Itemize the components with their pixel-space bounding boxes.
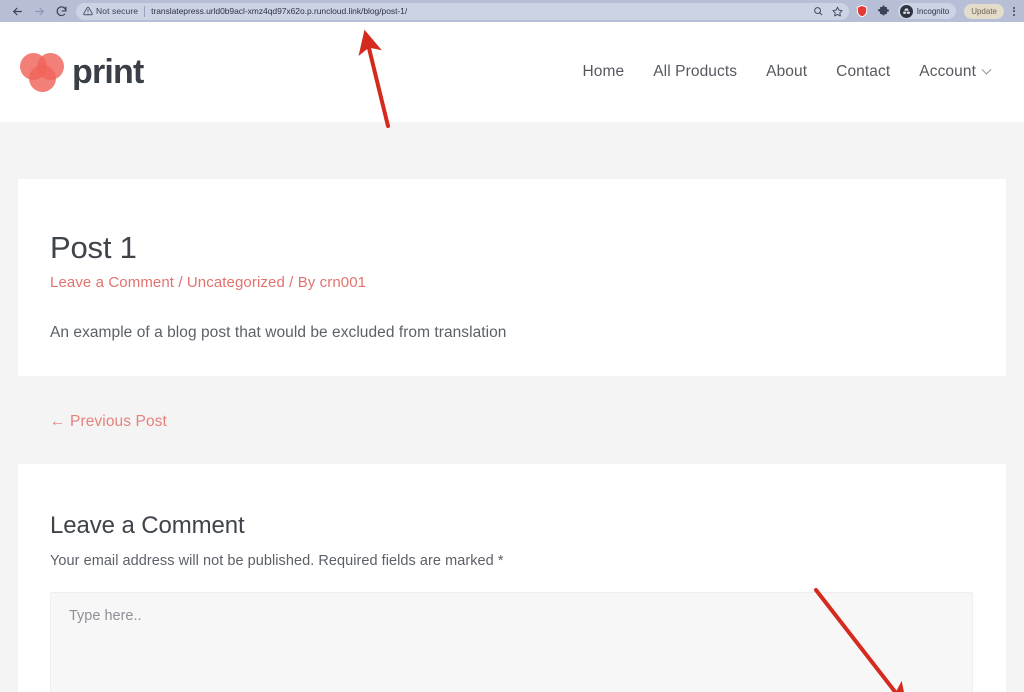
back-arrow-icon[interactable] <box>6 1 28 21</box>
address-bar[interactable]: Not secure translatepress.urld0b9acl-xmz… <box>76 2 849 20</box>
reload-icon[interactable] <box>50 1 72 21</box>
incognito-label: Incognito <box>916 6 950 16</box>
puzzle-piece-icon[interactable] <box>877 4 890 18</box>
incognito-profile-badge[interactable]: Incognito <box>897 3 957 19</box>
nav-item-about[interactable]: About <box>766 63 807 81</box>
nav-label-account: Account <box>919 63 976 80</box>
web-page: print Home All Products About Contact Ac… <box>0 22 1024 692</box>
site-logo-text: print <box>72 53 144 91</box>
nav-item-contact[interactable]: Contact <box>836 63 890 81</box>
kebab-menu-icon[interactable] <box>1012 6 1016 16</box>
post-body-text: An example of a blog post that would be … <box>50 324 507 342</box>
previous-post-link[interactable]: ← Previous Post <box>50 413 167 430</box>
comment-privacy-note: Your email address will not be published… <box>50 553 504 570</box>
comment-form-card: Leave a Comment Your email address will … <box>18 464 1006 692</box>
nav-label-about: About <box>766 63 808 80</box>
site-header: print Home All Products About Contact Ac… <box>0 22 1024 122</box>
incognito-hat-icon <box>899 4 913 18</box>
nav-item-home[interactable]: Home <box>582 63 624 81</box>
post-card: Post 1 Leave a Comment / Uncategorized /… <box>18 179 1006 377</box>
nav-label-all-products: All Products <box>653 63 738 80</box>
omnibox-divider <box>144 5 146 17</box>
security-status-label: Not secure <box>96 6 139 16</box>
page-title: Post 1 <box>50 230 137 265</box>
nav-label-home: Home <box>582 63 625 80</box>
url-text[interactable]: translatepress.urld0b9acl-xmz4qd97x62o.p… <box>151 6 407 16</box>
post-meta[interactable]: Leave a Comment / Uncategorized / By crn… <box>50 274 974 291</box>
comment-section-heading: Leave a Comment <box>50 512 245 540</box>
nav-item-all-products[interactable]: All Products <box>653 63 737 81</box>
site-logo[interactable]: print <box>20 51 144 93</box>
shield-icon[interactable] <box>855 4 869 18</box>
browser-toolbar-actions: Incognito Update <box>855 3 1018 19</box>
post-navigation: ← Previous Post <box>18 401 1006 453</box>
comment-textarea[interactable] <box>50 592 973 692</box>
nav-label-contact: Contact <box>836 63 891 80</box>
trefoil-heart-logo-icon <box>20 51 66 93</box>
forward-arrow-icon[interactable] <box>28 1 50 21</box>
search-page-icon[interactable] <box>813 6 823 16</box>
browser-toolbar: Not secure translatepress.urld0b9acl-xmz… <box>0 0 1024 22</box>
star-icon[interactable] <box>832 6 843 17</box>
update-button[interactable]: Update <box>964 3 1004 19</box>
primary-navigation: Home All Products About Contact Account <box>582 63 992 81</box>
chevron-down-icon <box>981 64 992 75</box>
nav-item-account[interactable]: Account <box>919 63 992 81</box>
warning-triangle-icon <box>82 5 94 17</box>
